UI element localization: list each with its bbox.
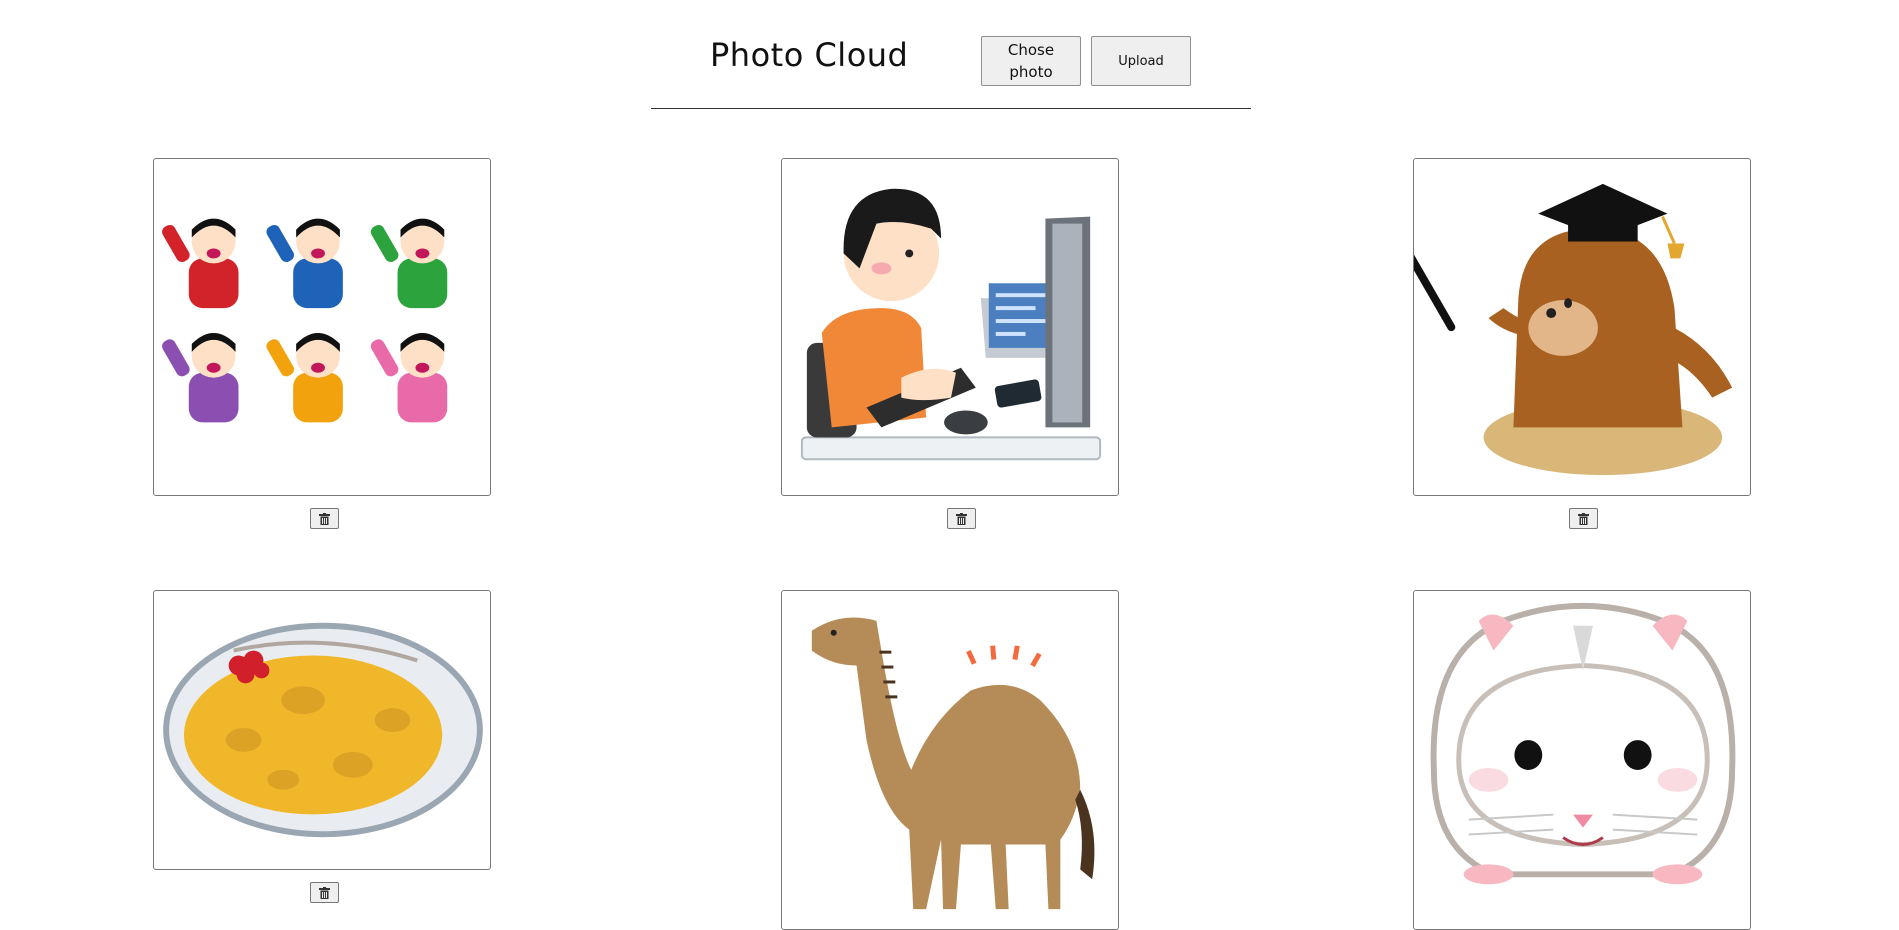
delete-photo-4-button[interactable] [310,882,339,903]
boy-computer-image [800,188,1102,461]
page-title: Photo Cloud [710,36,909,74]
delete-photo-2-button[interactable] [947,508,976,529]
photo-card-hamster[interactable] [1413,590,1751,930]
photo-card-curry[interactable] [153,590,491,870]
hamster-image [1430,603,1736,885]
photo-card-camel[interactable] [781,590,1119,930]
trash-icon [319,512,330,525]
trash-icon [319,886,330,899]
photo-card-cheering-boys[interactable] [153,158,491,496]
camel-image [811,617,1095,910]
trash-icon [956,512,967,525]
page-header: Photo Cloud Chose photo Upload [651,36,1251,109]
choose-photo-button[interactable]: Chose photo [981,36,1081,86]
photo-card-mole-teacher[interactable] [1413,158,1751,496]
delete-photo-1-button[interactable] [310,508,339,529]
curry-image [163,622,483,838]
cheering-boys-image [162,218,448,423]
photo-card-boy-computer[interactable] [781,158,1119,496]
trash-icon [1578,512,1589,525]
delete-photo-3-button[interactable] [1569,508,1598,529]
upload-button[interactable]: Upload [1091,36,1191,86]
mole-teacher-image [1414,183,1733,476]
